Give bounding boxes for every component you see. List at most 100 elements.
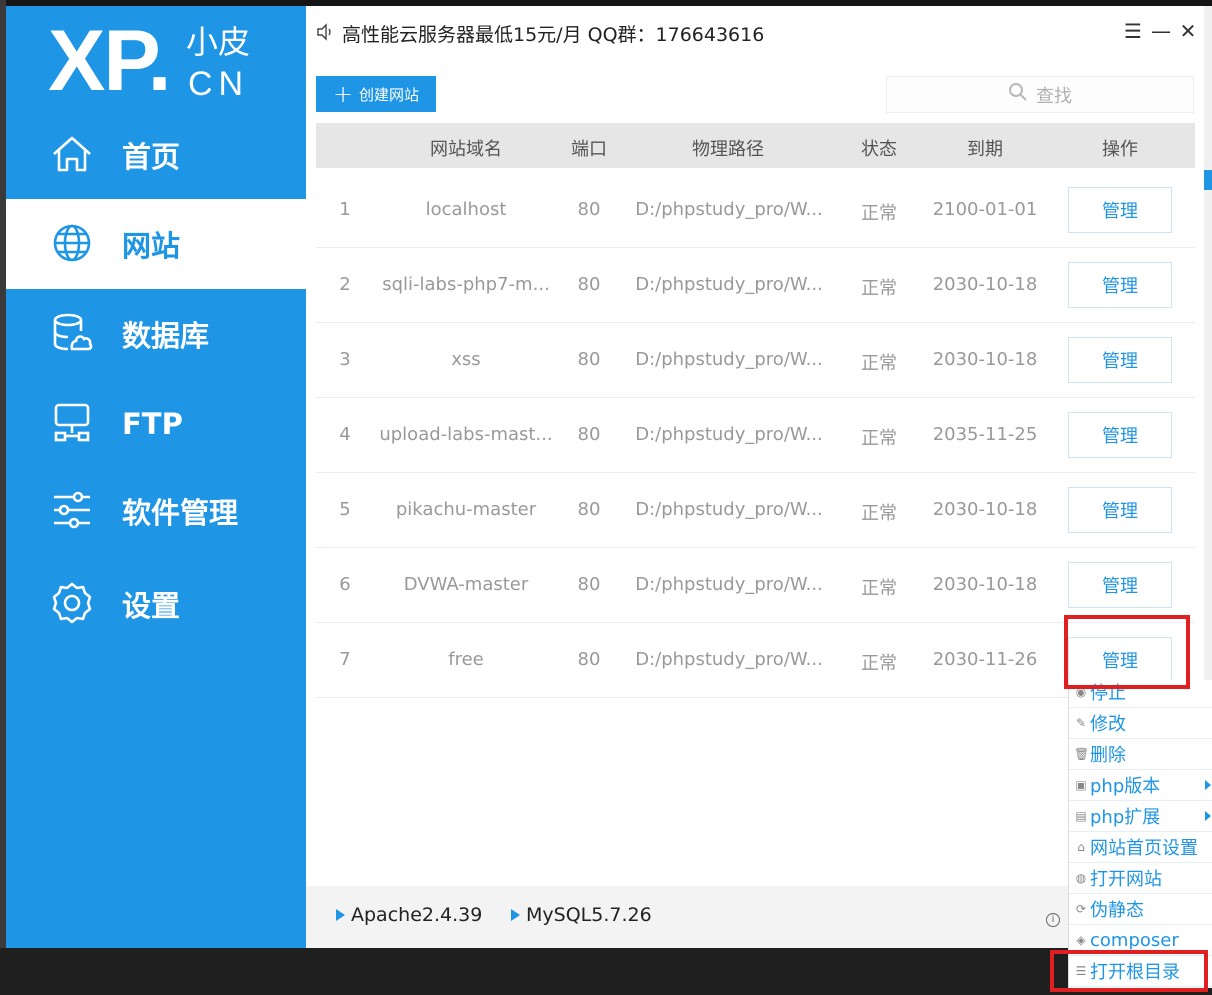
gear-icon [50, 581, 94, 625]
header-status: 状态 [861, 139, 897, 160]
cell-expiry: 2030-10-18 [932, 274, 1038, 295]
service-apache[interactable]: Apache2.4.39 [336, 904, 482, 926]
minimize-button[interactable]: — [1150, 20, 1172, 42]
cell-status: 正常 [861, 653, 897, 674]
cell-port: 80 [577, 649, 601, 670]
cell-expiry: 2030-11-26 [932, 649, 1038, 670]
sidebar-item-settings[interactable]: 设置 [6, 559, 306, 649]
logo-cn: CN [188, 65, 250, 103]
cell-path: D:/phpstudy_pro/W... [635, 199, 823, 220]
sliders-icon [50, 488, 94, 532]
sidebar-item-label: 数据库 [122, 319, 210, 353]
database-icon [50, 311, 94, 355]
manage-button[interactable]: 管理 [1068, 187, 1172, 233]
menu-item-label: php版本 [1090, 776, 1161, 797]
sidebar-item-label: 网站 [122, 229, 181, 263]
service-label: Apache2.4.39 [351, 904, 483, 926]
cell-path: D:/phpstudy_pro/W... [635, 649, 823, 670]
sidebar-item-label: FTP [122, 407, 183, 441]
info-icon[interactable]: i [1046, 913, 1060, 927]
manage-button[interactable]: 管理 [1068, 262, 1172, 308]
manage-button[interactable]: 管理 [1068, 412, 1172, 458]
sidebar-item-software[interactable]: 软件管理 [6, 466, 306, 556]
header-action: 操作 [1102, 139, 1138, 160]
manage-button[interactable]: 管理 [1068, 487, 1172, 533]
cell-index: 4 [339, 424, 351, 445]
ftp-server-icon [50, 401, 94, 445]
menu-item[interactable]: 🗑 删除 [1069, 739, 1212, 770]
play-icon [336, 909, 345, 921]
cell-path: D:/phpstudy_pro/W... [635, 349, 823, 370]
menu-item[interactable]: ▤ php扩展 [1069, 801, 1212, 832]
create-website-label: 创建网站 [359, 85, 420, 104]
manage-button[interactable]: 管理 [1068, 562, 1172, 608]
cell-expiry: 2100-01-01 [932, 199, 1038, 220]
manage-button[interactable]: 管理 [1068, 337, 1172, 383]
pencil-icon: ✎ [1075, 716, 1087, 730]
globe-icon [50, 221, 94, 265]
cell-domain: upload-labs-mast... [379, 424, 553, 445]
cell-status: 正常 [861, 578, 897, 599]
cell-status: 正常 [861, 503, 897, 524]
table-row: 5 pikachu-master 80 D:/phpstudy_pro/W... 正常 2… [316, 473, 1195, 548]
sidebar-item-label: 软件管理 [122, 496, 239, 530]
sidebar-item-database[interactable]: 数据库 [6, 289, 306, 379]
cell-port: 80 [577, 349, 601, 370]
sidebar-item-ftp[interactable]: FTP [6, 379, 306, 469]
scrollbar-thumb[interactable] [1204, 170, 1212, 190]
cell-expiry: 2030-10-18 [932, 349, 1038, 370]
menu-item-label: 打开网站 [1090, 869, 1162, 890]
menu-item[interactable]: ✎ 修改 [1069, 708, 1212, 739]
service-mysql[interactable]: MySQL5.7.26 [511, 904, 652, 926]
submenu-arrow-icon [1205, 780, 1211, 790]
cell-expiry: 2035-11-25 [932, 424, 1038, 445]
sidebar-item-website[interactable]: 网站 [6, 199, 306, 289]
title-bar: 高性能云服务器最低15元/月 QQ群：176643616 ☰ — ✕ [306, 6, 1204, 58]
cell-status: 正常 [861, 278, 897, 299]
header-port: 端口 [571, 139, 607, 160]
cell-index: 3 [339, 349, 351, 370]
menu-item[interactable]: ⌂ 网站首页设置 [1069, 832, 1212, 863]
composer-icon: ◈ [1076, 933, 1086, 947]
highlight-manage-button [1064, 615, 1190, 689]
menu-item[interactable]: ◍ 打开网站 [1069, 863, 1212, 894]
service-label: MySQL5.7.26 [526, 904, 652, 926]
cell-expiry: 2030-10-18 [932, 574, 1038, 595]
header-expiry: 到期 [967, 139, 1003, 160]
table-row: 6 DVWA-master 80 D:/phpstudy_pro/W... 正常 2030… [316, 548, 1195, 623]
table-row: 4 upload-labs-mast... 80 D:/phpstudy_pro/W.… [316, 398, 1195, 473]
menu-item[interactable]: ▣ php版本 [1069, 770, 1212, 801]
cell-index: 6 [339, 574, 351, 595]
cell-domain: pikachu-master [395, 499, 537, 520]
cell-domain: xss [451, 349, 481, 370]
menu-item-label: php扩展 [1090, 807, 1161, 828]
title-text: 高性能云服务器最低15元/月 QQ群：176643616 [342, 24, 765, 46]
search-input[interactable]: 查找 [886, 76, 1194, 113]
php-version-icon: ▣ [1075, 778, 1087, 792]
logo-xp: XP. [48, 13, 172, 109]
menu-item-label: 伪静态 [1090, 900, 1144, 921]
menu-item-label: 删除 [1090, 745, 1126, 766]
cell-index: 1 [339, 199, 351, 220]
cell-domain: sqli-labs-php7-m... [382, 274, 550, 295]
sidebar-item-home[interactable]: 首页 [6, 110, 306, 200]
speaker-icon [316, 23, 334, 41]
cell-domain: localhost [425, 199, 507, 220]
logo-xiao: 小皮 [186, 23, 251, 61]
cell-path: D:/phpstudy_pro/W... [635, 424, 823, 445]
menu-item-label: 网站首页设置 [1090, 838, 1198, 859]
menu-icon[interactable]: ☰ [1122, 20, 1144, 42]
cell-port: 80 [577, 199, 601, 220]
sidebar: XP. 小皮 CN 首页 网站 数据库 FTP 软件管理 设置 [6, 6, 306, 948]
cell-status: 正常 [861, 353, 897, 374]
plus-icon: + [332, 80, 354, 108]
home-icon [50, 132, 94, 176]
menu-item[interactable]: ⟳ 伪静态 [1069, 894, 1212, 925]
globe-icon: ◍ [1075, 871, 1087, 885]
create-website-button[interactable]: + 创建网站 [316, 76, 436, 112]
cell-expiry: 2030-10-18 [932, 499, 1038, 520]
sidebar-item-label: 首页 [122, 140, 181, 174]
search-placeholder: 查找 [1036, 85, 1072, 107]
cell-domain: DVWA-master [403, 574, 529, 595]
close-button[interactable]: ✕ [1177, 20, 1199, 42]
